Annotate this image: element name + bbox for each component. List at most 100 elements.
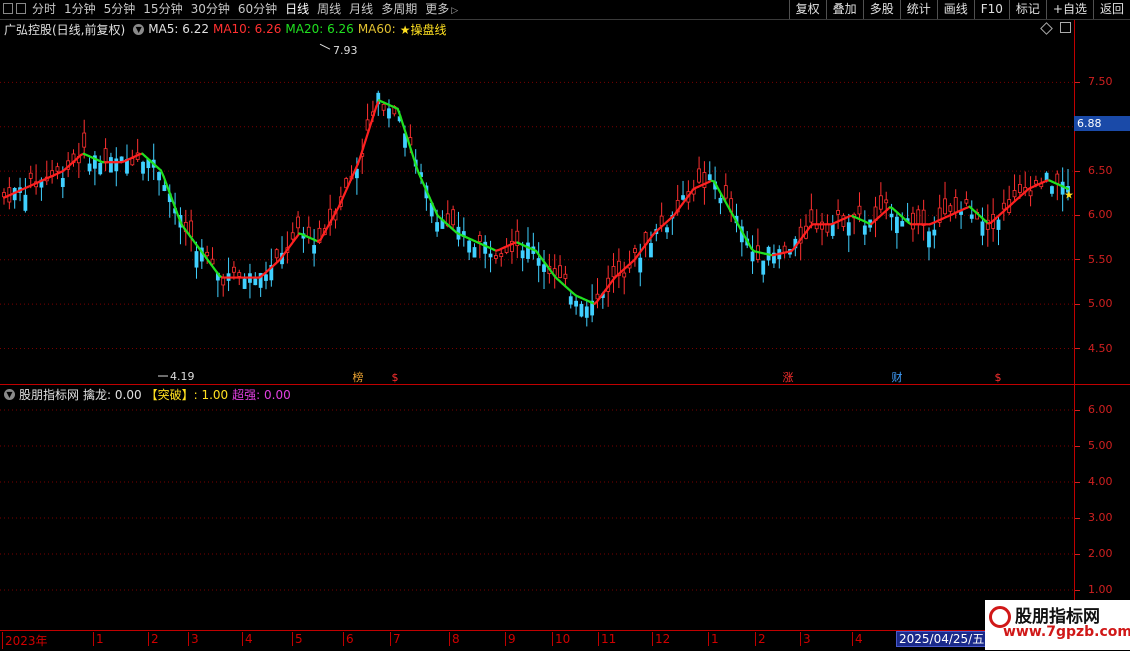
toolbar-button-8[interactable]: 返回 xyxy=(1093,0,1130,19)
candle-body xyxy=(29,173,32,178)
toolbar-button-5[interactable]: F10 xyxy=(974,0,1009,19)
candle-body xyxy=(254,279,257,285)
operating-line-segment xyxy=(358,157,361,165)
candle-body xyxy=(526,243,529,259)
low-label: 4.19 xyxy=(170,370,195,383)
toolbar-button-2[interactable]: 多股 xyxy=(863,0,900,19)
candle-body xyxy=(682,196,685,200)
sub-axis: 6.005.004.003.002.001.00 xyxy=(1074,385,1130,630)
tab-5[interactable]: 60分钟 xyxy=(234,1,281,20)
month-label: 7 xyxy=(390,632,401,646)
tab-6[interactable]: 日线 xyxy=(281,1,313,20)
tab-1[interactable]: 1分钟 xyxy=(60,1,100,20)
candle-body xyxy=(452,210,455,225)
chevron-down-icon[interactable]: ▼ xyxy=(133,24,144,35)
window-control-left[interactable] xyxy=(3,3,13,14)
sub-tick: 1.00 xyxy=(1075,583,1113,596)
operating-line-segment xyxy=(366,131,369,139)
toolbar-button-7[interactable]: +自选 xyxy=(1046,0,1093,19)
candle-body xyxy=(243,279,246,288)
current-price-tag: 6.88 xyxy=(1074,116,1130,131)
tab-4[interactable]: 30分钟 xyxy=(187,1,234,20)
tab-8[interactable]: 月线 xyxy=(345,1,377,20)
ma10-label: MA10: 6.26 xyxy=(213,22,281,36)
sub-indicator-title: 股朋指标网 xyxy=(19,386,79,403)
toolbar-button-1[interactable]: 叠加 xyxy=(826,0,863,19)
operating-line xyxy=(4,100,1068,303)
candle-body xyxy=(949,206,952,212)
candle-body xyxy=(1045,173,1048,179)
candle-body xyxy=(61,178,64,186)
candle-body xyxy=(275,250,278,258)
candle-body xyxy=(917,210,920,224)
toolbar-button-4[interactable]: 画线 xyxy=(937,0,974,19)
candle-body xyxy=(56,167,59,171)
window-control-right[interactable] xyxy=(16,3,26,14)
candle-body xyxy=(1029,191,1032,196)
candle-body xyxy=(831,224,834,235)
candle-body xyxy=(489,254,492,257)
candle-body xyxy=(206,252,209,255)
candle-body xyxy=(1034,181,1037,185)
indicator-label: ★操盘线 xyxy=(400,21,447,38)
toolbar-button-6[interactable]: 标记 xyxy=(1009,0,1046,19)
candlestick-chart[interactable]: 7.934.19★榜$涨财$ xyxy=(0,38,1074,384)
candle-body xyxy=(944,199,947,214)
candle-body xyxy=(494,256,497,259)
period-toolbar: 分时1分钟5分钟15分钟30分钟60分钟日线周线月线多周期更多 复权叠加多股统计… xyxy=(0,0,1130,20)
tab-9[interactable]: 多周期 xyxy=(377,1,421,20)
candle-body xyxy=(997,220,1000,229)
month-label: 1 xyxy=(93,632,104,646)
tab-10[interactable]: 更多 xyxy=(421,1,462,20)
tab-3[interactable]: 15分钟 xyxy=(139,1,186,20)
candle-body xyxy=(115,159,118,171)
toolbar-button-3[interactable]: 统计 xyxy=(900,0,937,19)
event-marker[interactable]: 涨 xyxy=(783,371,794,384)
sub-tick: 5.00 xyxy=(1075,439,1113,452)
sub-tick: 2.00 xyxy=(1075,547,1113,560)
sub-tick-label: 1.00 xyxy=(1088,583,1113,596)
candle-body xyxy=(468,241,471,252)
candle-body xyxy=(762,261,765,274)
sub-info-bar: ▼ 股朋指标网 擒龙: 0.00 【突破】: 1.00 超强: 0.00 xyxy=(0,386,295,402)
candle-body xyxy=(158,172,161,179)
panel-toggle-icon[interactable] xyxy=(1060,22,1071,33)
price-axis: 7.507.006.506.005.505.004.50 xyxy=(1074,20,1130,384)
diamond-icon[interactable] xyxy=(1040,22,1053,35)
price-tick-label: 5.00 xyxy=(1088,297,1113,310)
sub-indicator-chart[interactable] xyxy=(0,402,1074,630)
candle-body xyxy=(543,265,546,272)
price-tick: 7.50 xyxy=(1075,75,1113,88)
candle-body xyxy=(863,226,866,234)
sub-tick-label: 4.00 xyxy=(1088,475,1113,488)
event-marker[interactable]: $ xyxy=(392,371,399,384)
event-marker[interactable]: 榜 xyxy=(353,370,364,384)
ma60-label: MA60: xyxy=(358,22,396,36)
operating-line-segment xyxy=(374,106,377,114)
candle-body xyxy=(264,275,267,281)
tab-0[interactable]: 分时 xyxy=(28,1,60,20)
high-label: 7.93 xyxy=(333,44,358,57)
tupo-label: 【突破】: 1.00 xyxy=(146,386,229,403)
event-marker[interactable]: 财 xyxy=(892,370,903,384)
candle-body xyxy=(810,210,813,222)
operating-line-segment xyxy=(166,184,169,191)
tab-2[interactable]: 5分钟 xyxy=(100,1,140,20)
candle-body xyxy=(783,246,786,252)
operating-line-segment xyxy=(172,198,175,205)
candle-body xyxy=(724,186,727,198)
candle-body xyxy=(163,185,166,190)
candle-body xyxy=(313,245,316,253)
candle-body xyxy=(387,109,390,118)
qinlong-label: 擒龙: 0.00 xyxy=(83,386,142,403)
period-tabs: 分时1分钟5分钟15分钟30分钟60分钟日线周线月线多周期更多 xyxy=(28,1,462,20)
toolbar-button-0[interactable]: 复权 xyxy=(789,0,826,19)
candle-body xyxy=(291,233,294,239)
current-date: 2025/04/25/五 xyxy=(896,631,987,647)
tab-7[interactable]: 周线 xyxy=(313,1,345,20)
candle-body xyxy=(665,228,668,232)
low-annotation: 4.19 xyxy=(158,370,195,383)
event-marker[interactable]: $ xyxy=(995,371,1002,384)
chevron-down-icon[interactable]: ▼ xyxy=(4,389,15,400)
high-annotation: 7.93 xyxy=(320,44,358,57)
